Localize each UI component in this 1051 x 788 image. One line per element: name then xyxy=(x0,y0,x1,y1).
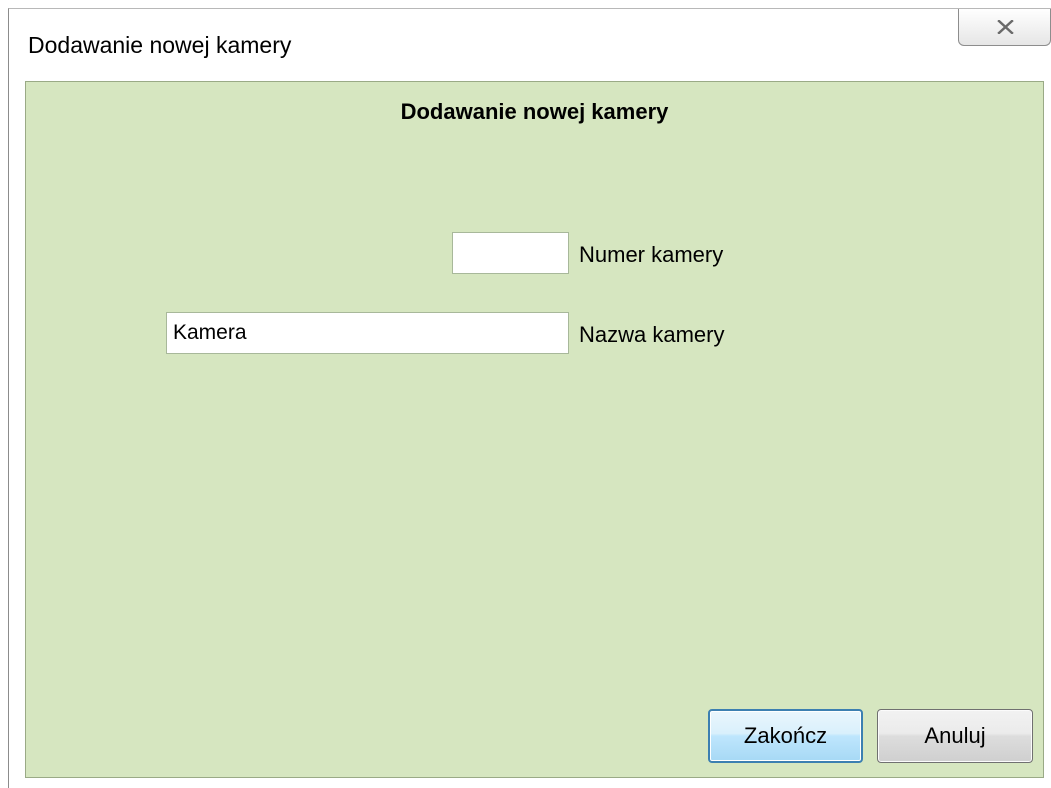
camera-number-input[interactable] xyxy=(452,232,569,274)
window-title: Dodawanie nowej kamery xyxy=(28,32,292,58)
camera-name-input[interactable] xyxy=(166,312,569,354)
dialog-window: Dodawanie nowej kamery Dodawanie nowej k… xyxy=(8,8,1051,788)
close-button[interactable] xyxy=(958,9,1051,46)
finish-button[interactable]: Zakończ xyxy=(708,709,863,763)
form-heading: Dodawanie nowej kamery xyxy=(400,99,669,124)
camera-number-label: Numer kamery xyxy=(579,242,724,267)
close-x-icon xyxy=(997,20,1014,34)
camera-name-label: Nazwa kamery xyxy=(579,322,725,347)
title-bar: Dodawanie nowej kamery xyxy=(9,9,1051,81)
cancel-button[interactable]: Anuluj xyxy=(877,709,1033,763)
dialog-content-panel: Dodawanie nowej kamery Numer kamery Nazw… xyxy=(25,81,1044,778)
